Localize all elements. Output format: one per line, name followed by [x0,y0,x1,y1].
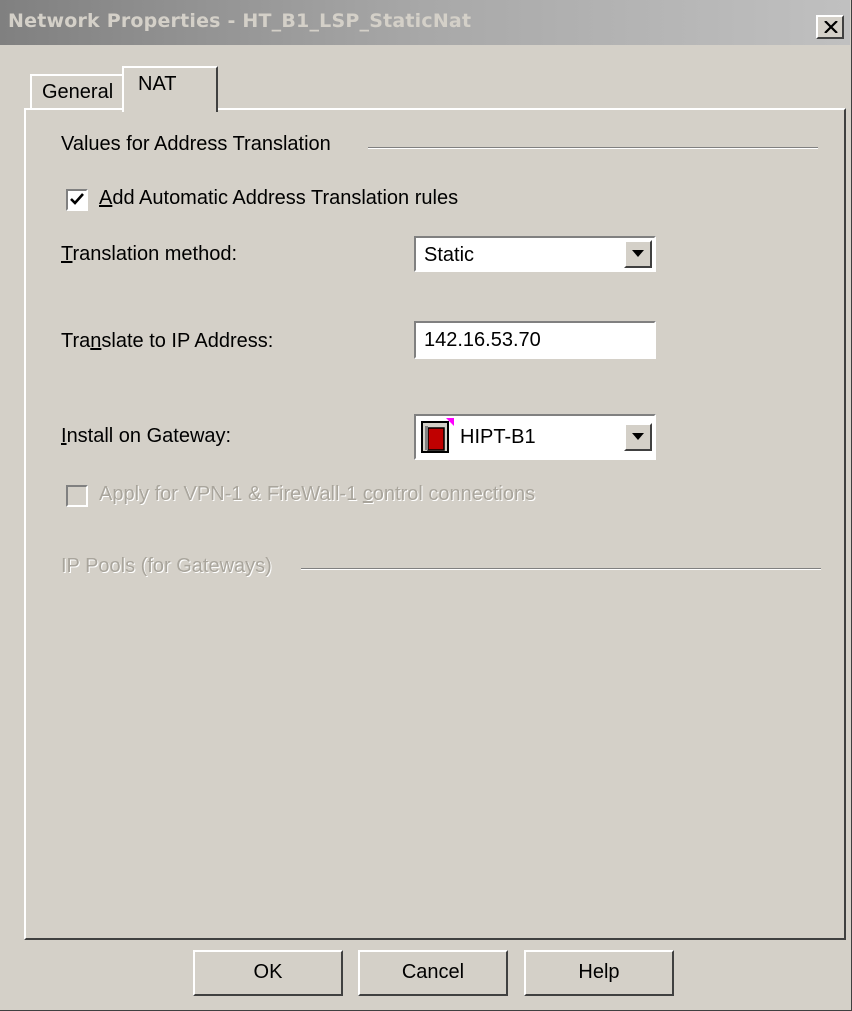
translation-method-label: Translation method: [61,243,238,265]
add-rules-checkbox[interactable] [66,189,88,211]
translate-ip-input[interactable]: 142.16.53.70 [414,321,656,359]
install-gateway-value: HIPT-B1 [460,426,536,448]
ok-button[interactable]: OK [193,950,343,996]
group-title-address-translation: Values for Address Translation [61,133,331,155]
install-gateway-select[interactable]: HIPT-B1 [414,414,656,460]
tab-general-label: General [42,81,114,103]
window-title: Network Properties - HT_B1_LSP_StaticNat [8,10,472,32]
add-rules-label[interactable]: Add Automatic Address Translation rules [99,187,458,210]
chevron-down-icon [632,433,644,440]
tab-general[interactable]: General [30,74,126,110]
install-gateway-dropdown-button[interactable] [624,423,652,451]
install-gateway-label: Install on Gateway: [61,425,232,447]
tab-nat-label: NAT [138,73,177,95]
translation-method-value: Static [424,244,475,266]
checkmark-icon [70,193,84,205]
apply-vpn-label: Apply for VPN-1 & FireWall-1 control con… [99,483,536,505]
gateway-icon [421,418,454,453]
nat-tab-panel: Values for Address Translation Add Autom… [24,108,846,940]
group-title-ip-pools: IP Pools (for Gateways) [61,555,272,577]
translate-ip-value: 142.16.53.70 [424,329,541,351]
title-bar[interactable]: Network Properties - HT_B1_LSP_StaticNat [0,0,850,45]
translation-method-dropdown-button[interactable] [624,240,652,268]
chevron-down-icon [632,250,644,257]
network-properties-dialog: Network Properties - HT_B1_LSP_StaticNat… [0,0,852,1011]
translate-ip-label: Translate to IP Address: [61,330,274,352]
ip-pools-divider [301,568,821,570]
tab-nat[interactable]: NAT [122,66,218,112]
group-divider [368,147,818,149]
close-icon [824,21,838,33]
translation-method-select[interactable]: Static [414,236,656,272]
cancel-button[interactable]: Cancel [358,950,508,996]
close-button[interactable] [816,15,844,39]
help-button[interactable]: Help [524,950,674,996]
translation-method-label-rest: ranslation method: [72,243,238,265]
apply-vpn-checkbox[interactable] [66,485,88,507]
